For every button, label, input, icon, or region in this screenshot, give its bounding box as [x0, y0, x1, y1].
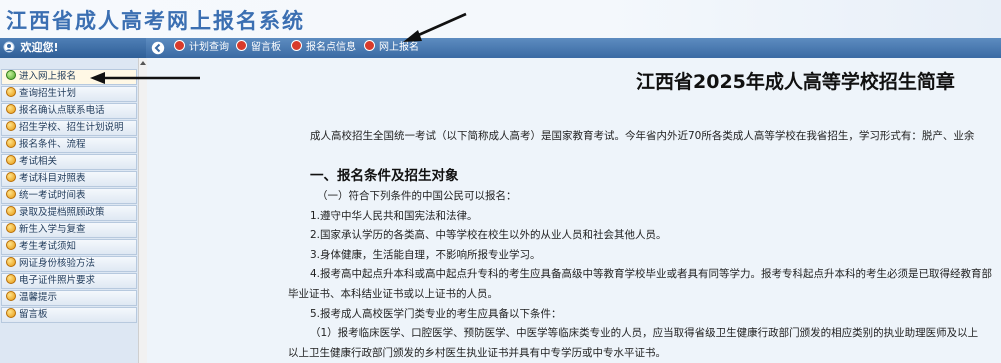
- sidebar-item-notice[interactable]: 考生考试须知: [1, 239, 137, 255]
- content-line: 4.报考高中起点升本科或高中起点升专科的考生应具备高级中等教育学校毕业或者具有同…: [310, 268, 993, 280]
- nav-label: 留言板: [251, 42, 281, 53]
- orange-bullet-icon: [6, 138, 16, 148]
- orange-bullet-icon: [6, 189, 16, 199]
- orange-bullet-icon: [6, 291, 16, 301]
- sidebar-item-admission[interactable]: 录取及提档照顾政策: [1, 205, 137, 221]
- green-bullet-icon: [6, 70, 16, 80]
- sidebar-item-schedule[interactable]: 统一考试时间表: [1, 188, 137, 204]
- sidebar-item-label: 录取及提档照顾政策: [19, 207, 105, 218]
- welcome-header: 欢迎您!: [0, 38, 146, 58]
- red-dot-icon: [174, 40, 185, 51]
- nav-label: 网上报名: [379, 42, 419, 53]
- red-dot-icon: [364, 40, 375, 51]
- orange-bullet-icon: [6, 87, 16, 97]
- sidebar-item-tips[interactable]: 温馨提示: [1, 290, 137, 306]
- sidebar-item-conditions[interactable]: 报名条件、流程: [1, 137, 137, 153]
- red-dot-icon: [291, 40, 302, 51]
- nav-online-register[interactable]: 网上报名: [364, 38, 419, 58]
- orange-bullet-icon: [6, 104, 16, 114]
- welcome-label: 欢迎您!: [20, 41, 59, 54]
- content-line: 1.遵守中华人民共和国宪法和法律。: [310, 210, 478, 222]
- sidebar-item-enrollment[interactable]: 新生入学与复查: [1, 222, 137, 238]
- sidebar-item-verify[interactable]: 网证身份核验方法: [1, 256, 137, 272]
- sidebar-item-label: 留言板: [19, 309, 48, 320]
- orange-bullet-icon: [6, 240, 16, 250]
- sidebar-item-photo[interactable]: 电子证件照片要求: [1, 273, 137, 289]
- user-icon: [3, 41, 15, 53]
- content-line: 5.报考成人高校医学门类专业的考生应具备以下条件：: [310, 308, 562, 320]
- sidebar-item-label: 报名条件、流程: [19, 139, 86, 150]
- circle-arrow-left-icon[interactable]: [151, 41, 165, 55]
- sidebar-item-enter-register[interactable]: 进入网上报名: [1, 69, 137, 85]
- site-title: 江西省成人高考网上报名系统: [6, 8, 305, 33]
- nav-label: 计划查询: [189, 42, 229, 53]
- top-navigation: 计划查询 留言板 报名点信息 网上报名: [146, 38, 1001, 58]
- sidebar-item-schools[interactable]: 招生学校、招生计划说明: [1, 120, 137, 136]
- content-line: （1）报考临床医学、口腔医学、预防医学、中医学等临床类专业的人员，应当取得省级卫…: [310, 327, 979, 339]
- sidebar: 进入网上报名 查询招生计划 报名确认点联系电话 招生学校、招生计划说明 报名条件…: [0, 58, 138, 363]
- scroll-up-icon[interactable]: [140, 61, 146, 65]
- sidebar-item-label: 统一考试时间表: [19, 190, 86, 201]
- sidebar-item-subjects[interactable]: 考试科目对照表: [1, 171, 137, 187]
- red-dot-icon: [236, 40, 247, 51]
- nav-plan-query[interactable]: 计划查询: [174, 38, 229, 58]
- sidebar-item-label: 新生入学与复查: [19, 224, 86, 235]
- sidebar-item-label: 查询招生计划: [19, 88, 77, 99]
- sidebar-item-exam[interactable]: 考试相关: [1, 154, 137, 170]
- orange-bullet-icon: [6, 223, 16, 233]
- nav-message-board[interactable]: 留言板: [236, 38, 281, 58]
- content-line: （一）符合下列条件的中国公民可以报名：: [317, 190, 517, 202]
- orange-bullet-icon: [6, 155, 16, 165]
- orange-bullet-icon: [6, 308, 16, 318]
- sidebar-scrollbar[interactable]: [138, 58, 147, 363]
- nav-site-info[interactable]: 报名点信息: [291, 38, 356, 58]
- sidebar-item-label: 考生考试须知: [19, 241, 77, 252]
- orange-bullet-icon: [6, 274, 16, 284]
- content-line: 以上卫生健康行政部门颁发的乡村医生执业证书并具有中专学历或中专水平证书。: [288, 347, 666, 359]
- orange-bullet-icon: [6, 257, 16, 267]
- content-line: 3.身体健康，生活能自理，不影响所报专业学习。: [310, 249, 541, 261]
- sidebar-item-label: 招生学校、招生计划说明: [19, 122, 124, 133]
- nav-label: 报名点信息: [306, 42, 356, 53]
- site-banner: 江西省成人高考网上报名系统: [0, 0, 1001, 38]
- content-line: 2.国家承认学历的各类高、中等学校在校生以外的从业人员和社会其他人员。: [310, 229, 667, 241]
- sidebar-item-label: 温馨提示: [19, 292, 58, 303]
- orange-bullet-icon: [6, 172, 16, 182]
- sidebar-item-label: 考试科目对照表: [19, 173, 86, 184]
- sidebar-item-label: 电子证件照片要求: [19, 275, 96, 286]
- sidebar-item-label: 进入网上报名: [19, 71, 77, 82]
- orange-bullet-icon: [6, 121, 16, 131]
- sidebar-item-label: 网证身份核验方法: [19, 258, 96, 269]
- content-line: 毕业证书、本科结业证书或以上证书的人员。: [288, 288, 498, 300]
- sidebar-item-label: 报名确认点联系电话: [19, 105, 105, 116]
- intro-paragraph: 成人高校招生全国统一考试（以下简称成人高考）是国家教育考试。今年省内外近70所各…: [310, 130, 975, 142]
- sidebar-item-message-board[interactable]: 留言板: [1, 307, 137, 323]
- sidebar-item-plan[interactable]: 查询招生计划: [1, 86, 137, 102]
- page-title: 江西省2025年成人高等学校招生简章: [636, 71, 955, 93]
- section-heading: 一、报名条件及招生对象: [310, 168, 459, 184]
- sidebar-item-phone[interactable]: 报名确认点联系电话: [1, 103, 137, 119]
- orange-bullet-icon: [6, 206, 16, 216]
- main-content: 江西省2025年成人高等学校招生简章 成人高校招生全国统一考试（以下简称成人高考…: [147, 58, 1001, 363]
- sidebar-item-label: 考试相关: [19, 156, 58, 167]
